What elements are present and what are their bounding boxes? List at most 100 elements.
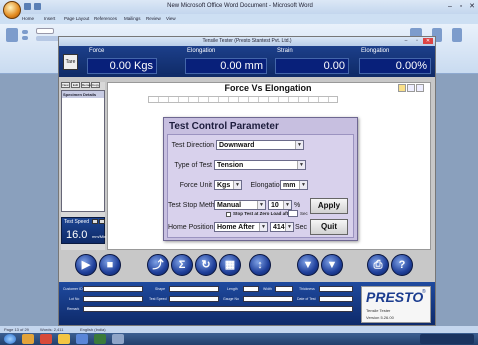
- stop-icon[interactable]: ■: [99, 254, 121, 276]
- app-maximize-icon[interactable]: ▫: [412, 38, 422, 44]
- font-select[interactable]: [36, 28, 54, 34]
- stop-zero-load-unit: Sec: [300, 211, 308, 216]
- date-of-test-field[interactable]: [319, 296, 353, 302]
- version-label: Version 5.26.00: [366, 315, 394, 320]
- type-of-test-select[interactable]: Tension ▼: [214, 160, 306, 170]
- length-label: Length: [227, 287, 238, 291]
- start-icon[interactable]: [4, 334, 16, 344]
- dialog-title: Test Control Parameter: [169, 121, 279, 132]
- chart-ruler: [148, 96, 338, 103]
- shape-label: Shape: [155, 287, 166, 291]
- tab-view[interactable]: View: [166, 16, 176, 21]
- force-readout: 0.00 Kgs: [87, 58, 157, 74]
- tab-review[interactable]: Review: [146, 16, 161, 21]
- test-direction-select[interactable]: Downward ▼: [216, 140, 304, 150]
- shape-field[interactable]: [169, 286, 219, 292]
- speed-up-icon[interactable]: [92, 219, 98, 224]
- copy-button[interactable]: Copy: [91, 82, 100, 88]
- folder-icon[interactable]: [58, 334, 70, 344]
- tare-button[interactable]: Tare: [63, 54, 78, 70]
- tab-mailings[interactable]: Mailings: [124, 16, 141, 21]
- app-minimize-icon[interactable]: –: [401, 38, 411, 44]
- tab-home[interactable]: Home: [22, 16, 34, 21]
- remove-button[interactable]: Remove: [81, 82, 93, 88]
- customer-id-label: Customer ID: [63, 287, 83, 291]
- stop-zero-load-field[interactable]: [288, 210, 298, 217]
- new-button[interactable]: New: [61, 82, 70, 88]
- dialog-body: Test Direction Downward ▼ Type of Test Te…: [167, 134, 354, 238]
- lot-no-label: Lot No: [69, 297, 80, 301]
- quit-button[interactable]: Quit: [310, 219, 348, 235]
- speed-down-icon[interactable]: [99, 219, 105, 224]
- print-icon[interactable]: ⎙: [367, 254, 389, 276]
- tab-insert[interactable]: Insert: [44, 16, 55, 21]
- word-icon[interactable]: [76, 334, 88, 344]
- customer-id-field[interactable]: [83, 286, 143, 292]
- tester-icon[interactable]: [112, 334, 124, 344]
- folder-icon[interactable]: [398, 84, 406, 92]
- word-title-bar: New Microsoft Office Word Document - Mic…: [0, 0, 478, 14]
- home-after-field[interactable]: 414 ▼: [270, 222, 294, 232]
- elongation-pct-readout: 0.00%: [359, 58, 431, 74]
- test-speed-form-label: Test Speed: [149, 297, 167, 301]
- elongation-unit-select[interactable]: mm ▼: [280, 180, 308, 190]
- help-icon[interactable]: ?: [391, 254, 413, 276]
- media-icon[interactable]: [40, 334, 52, 344]
- home-position-select[interactable]: Home After ▼: [214, 222, 268, 232]
- table-icon[interactable]: [416, 84, 424, 92]
- refresh-icon[interactable]: ↻: [195, 254, 217, 276]
- width-field[interactable]: [275, 286, 293, 292]
- elongation-readout: 0.00 mm: [185, 58, 267, 74]
- cut-icon[interactable]: [22, 30, 28, 34]
- undo-icon[interactable]: [34, 3, 41, 10]
- grid-icon[interactable]: ▦: [219, 254, 241, 276]
- edit-button[interactable]: Edit: [71, 82, 80, 88]
- editing-icon[interactable]: [452, 28, 462, 42]
- test-speed-unit: mm/Min: [92, 234, 107, 239]
- windows-taskbar: [0, 333, 478, 345]
- readout-bar: Tare Force 0.00 Kgs Elongation 0.00 mm S…: [59, 46, 435, 77]
- zoom-icon[interactable]: Σ: [171, 254, 193, 276]
- explorer-icon[interactable]: [22, 334, 34, 344]
- save-icon[interactable]: [24, 3, 31, 10]
- arrow-icon[interactable]: ↕: [249, 254, 271, 276]
- brand-name: PRESTO: [366, 289, 424, 305]
- system-tray: [420, 334, 474, 344]
- language-indicator: English (India): [80, 327, 106, 332]
- type-of-test-label: Type of Test: [174, 162, 212, 169]
- thickness-field[interactable]: [319, 286, 353, 292]
- stop-percent-field[interactable]: 10 ▼: [268, 200, 292, 210]
- app-icon[interactable]: [94, 334, 106, 344]
- test-stop-method-select[interactable]: Manual ▼: [214, 200, 266, 210]
- chart-title: Force Vs Elongation: [224, 83, 312, 93]
- test-speed-field[interactable]: [169, 296, 219, 302]
- test-control-dialog: Test Control Parameter Test Direction Do…: [163, 117, 358, 241]
- tab-page-layout[interactable]: Page Layout: [64, 16, 89, 21]
- down2-icon[interactable]: ▼: [321, 254, 343, 276]
- stop-zero-load-checkbox[interactable]: [226, 212, 231, 217]
- close-icon[interactable]: ✕: [466, 2, 478, 11]
- width-label: Width: [263, 287, 272, 291]
- paste-icon[interactable]: [6, 28, 18, 42]
- thickness-label: Thickness: [299, 287, 315, 291]
- force-unit-select[interactable]: Kgs ▼: [214, 180, 242, 190]
- length-field[interactable]: [243, 286, 259, 292]
- word-ribbon-tabs: Home Insert Page Layout References Maili…: [0, 14, 478, 24]
- play-icon[interactable]: ▶: [75, 254, 97, 276]
- tab-references[interactable]: References: [94, 16, 117, 21]
- remark-field[interactable]: [83, 306, 353, 312]
- home-after-unit: Sec: [295, 224, 308, 231]
- lot-no-field[interactable]: [83, 296, 143, 302]
- copy-icon[interactable]: [22, 36, 28, 40]
- export-icon[interactable]: [407, 84, 415, 92]
- gauge-no-field[interactable]: [243, 296, 293, 302]
- chevron-down-icon: ▼: [233, 181, 241, 189]
- apply-button[interactable]: Apply: [310, 198, 348, 214]
- app-close-icon[interactable]: ✕: [423, 38, 433, 44]
- chevron-down-icon: ▼: [297, 161, 305, 169]
- down-icon[interactable]: ▼: [297, 254, 319, 276]
- chevron-down-icon: ▼: [257, 201, 265, 209]
- up-icon[interactable]: ⤴: [147, 254, 169, 276]
- specimen-list[interactable]: Specimen Details: [61, 90, 105, 212]
- office-button[interactable]: [3, 1, 21, 19]
